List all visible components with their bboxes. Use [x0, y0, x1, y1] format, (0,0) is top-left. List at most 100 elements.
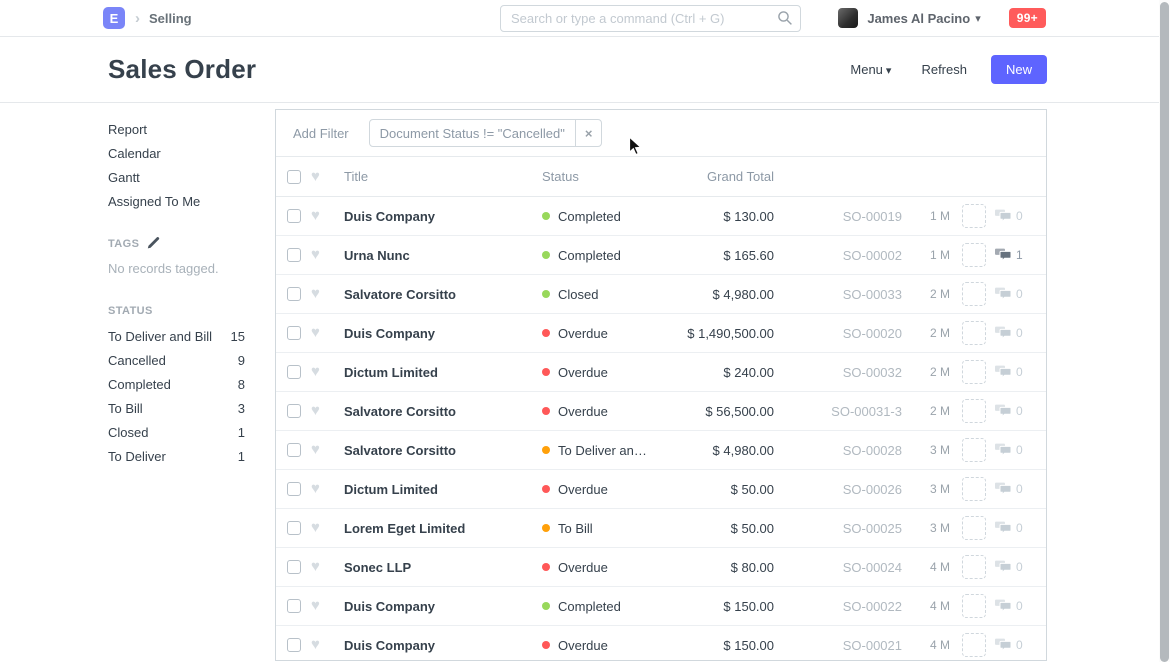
user-name[interactable]: James Al Pacino	[867, 11, 970, 26]
table-row[interactable]: ♥ Urna Nunc Completed $ 165.60 SO-00002 …	[276, 236, 1046, 275]
row-checkbox[interactable]	[287, 248, 301, 262]
table-row[interactable]: ♥ Dictum Limited Overdue $ 240.00 SO-000…	[276, 353, 1046, 392]
row-title[interactable]: Salvatore Corsitto	[344, 404, 542, 419]
status-filter-item[interactable]: To Deliver and Bill 15	[108, 325, 245, 349]
row-checkbox[interactable]	[287, 560, 301, 574]
status-filter-item[interactable]: Completed 8	[108, 373, 245, 397]
row-document-id[interactable]: SO-00033	[774, 287, 902, 302]
refresh-button[interactable]: Refresh	[921, 62, 967, 77]
row-checkbox[interactable]	[287, 638, 301, 652]
table-row[interactable]: ♥ Salvatore Corsitto To Deliver an… $ 4,…	[276, 431, 1046, 470]
scrollbar-thumb[interactable]	[1160, 2, 1169, 662]
row-title[interactable]: Lorem Eget Limited	[344, 521, 542, 536]
heart-icon[interactable]: ♥	[311, 248, 325, 262]
table-row[interactable]: ♥ Salvatore Corsitto Closed $ 4,980.00 S…	[276, 275, 1046, 314]
sidebar-view-link[interactable]: Gantt	[108, 166, 245, 190]
heart-icon[interactable]: ♥	[311, 287, 325, 301]
row-document-id[interactable]: SO-00024	[774, 560, 902, 575]
remove-filter-icon[interactable]: ×	[575, 120, 602, 146]
table-row[interactable]: ♥ Lorem Eget Limited To Bill $ 50.00 SO-…	[276, 509, 1046, 548]
row-document-id[interactable]: SO-00022	[774, 599, 902, 614]
row-title[interactable]: Duis Company	[344, 599, 542, 614]
assign-placeholder[interactable]	[962, 633, 986, 657]
row-title[interactable]: Salvatore Corsitto	[344, 443, 542, 458]
page-scrollbar[interactable]	[1159, 0, 1170, 662]
add-filter-button[interactable]: Add Filter	[293, 126, 349, 141]
edit-tags-icon[interactable]	[147, 236, 160, 252]
row-title[interactable]: Urna Nunc	[344, 248, 542, 263]
notification-badge[interactable]: 99+	[1009, 8, 1046, 28]
menu-button[interactable]: Menu▾	[850, 62, 891, 77]
status-filter-item[interactable]: To Deliver 1	[108, 445, 245, 469]
row-document-id[interactable]: SO-00026	[774, 482, 902, 497]
row-checkbox[interactable]	[287, 209, 301, 223]
row-checkbox[interactable]	[287, 287, 301, 301]
assign-placeholder[interactable]	[962, 321, 986, 345]
table-row[interactable]: ♥ Duis Company Overdue $ 1,490,500.00 SO…	[276, 314, 1046, 353]
search-input[interactable]	[500, 5, 801, 32]
row-checkbox[interactable]	[287, 404, 301, 418]
row-title[interactable]: Dictum Limited	[344, 482, 542, 497]
table-row[interactable]: ♥ Duis Company Completed $ 130.00 SO-000…	[276, 197, 1046, 236]
row-document-id[interactable]: SO-00021	[774, 638, 902, 653]
filter-chip-label[interactable]: Document Status != "Cancelled"	[370, 126, 575, 141]
status-filter-item[interactable]: Closed 1	[108, 421, 245, 445]
row-checkbox[interactable]	[287, 443, 301, 457]
assign-placeholder[interactable]	[962, 360, 986, 384]
app-logo[interactable]: E	[103, 7, 125, 29]
heart-icon[interactable]: ♥	[311, 365, 325, 379]
row-title[interactable]: Dictum Limited	[344, 365, 542, 380]
heart-icon[interactable]: ♥	[311, 404, 325, 418]
select-all-checkbox[interactable]	[287, 170, 301, 184]
row-title[interactable]: Salvatore Corsitto	[344, 287, 542, 302]
table-row[interactable]: ♥ Duis Company Overdue $ 150.00 SO-00021…	[276, 626, 1046, 661]
row-document-id[interactable]: SO-00028	[774, 443, 902, 458]
new-button[interactable]: New	[991, 55, 1047, 84]
row-title[interactable]: Sonec LLP	[344, 560, 542, 575]
heart-icon[interactable]: ♥	[311, 521, 325, 535]
row-document-id[interactable]: SO-00002	[774, 248, 902, 263]
heart-icon[interactable]: ♥	[311, 482, 325, 496]
status-filter-item[interactable]: Cancelled 9	[108, 349, 245, 373]
assign-placeholder[interactable]	[962, 438, 986, 462]
status-filter-item[interactable]: To Bill 3	[108, 397, 245, 421]
active-filter-chip[interactable]: Document Status != "Cancelled" ×	[369, 119, 603, 147]
row-title[interactable]: Duis Company	[344, 209, 542, 224]
row-title[interactable]: Duis Company	[344, 638, 542, 653]
row-document-id[interactable]: SO-00020	[774, 326, 902, 341]
assign-placeholder[interactable]	[962, 204, 986, 228]
row-title[interactable]: Duis Company	[344, 326, 542, 341]
table-row[interactable]: ♥ Salvatore Corsitto Overdue $ 56,500.00…	[276, 392, 1046, 431]
heart-icon[interactable]: ♥	[311, 326, 325, 340]
table-row[interactable]: ♥ Duis Company Completed $ 150.00 SO-000…	[276, 587, 1046, 626]
assign-placeholder[interactable]	[962, 477, 986, 501]
heart-icon[interactable]: ♥	[311, 170, 325, 184]
heart-icon[interactable]: ♥	[311, 638, 325, 652]
sidebar-view-link[interactable]: Assigned To Me	[108, 190, 245, 214]
row-document-id[interactable]: SO-00019	[774, 209, 902, 224]
breadcrumb[interactable]: Selling	[149, 11, 192, 26]
row-checkbox[interactable]	[287, 482, 301, 496]
row-document-id[interactable]: SO-00025	[774, 521, 902, 536]
heart-icon[interactable]: ♥	[311, 560, 325, 574]
heart-icon[interactable]: ♥	[311, 209, 325, 223]
heart-icon[interactable]: ♥	[311, 599, 325, 613]
assign-placeholder[interactable]	[962, 555, 986, 579]
heart-icon[interactable]: ♥	[311, 443, 325, 457]
assign-placeholder[interactable]	[962, 243, 986, 267]
sidebar-view-link[interactable]: Calendar	[108, 142, 245, 166]
row-checkbox[interactable]	[287, 521, 301, 535]
user-avatar[interactable]	[838, 8, 858, 28]
assign-placeholder[interactable]	[962, 516, 986, 540]
row-checkbox[interactable]	[287, 599, 301, 613]
assign-placeholder[interactable]	[962, 594, 986, 618]
sidebar-view-link[interactable]: Report	[108, 118, 245, 142]
table-row[interactable]: ♥ Sonec LLP Overdue $ 80.00 SO-00024 4 M…	[276, 548, 1046, 587]
user-menu[interactable]: James Al Pacino ▾ 99+	[838, 0, 1046, 36]
row-checkbox[interactable]	[287, 326, 301, 340]
row-checkbox[interactable]	[287, 365, 301, 379]
table-row[interactable]: ♥ Dictum Limited Overdue $ 50.00 SO-0002…	[276, 470, 1046, 509]
row-document-id[interactable]: SO-00031-3	[774, 404, 902, 419]
row-document-id[interactable]: SO-00032	[774, 365, 902, 380]
assign-placeholder[interactable]	[962, 399, 986, 423]
